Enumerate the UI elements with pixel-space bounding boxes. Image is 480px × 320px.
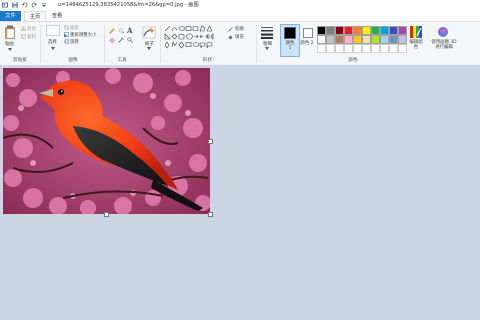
paint-app-icon [2,2,8,8]
clipboard-group-label: 剪贴板 [13,58,27,63]
color-picker-icon[interactable] [118,37,124,43]
color-swatch[interactable] [335,35,344,44]
color2-label[interactable]: 颜色 2 [300,41,314,46]
divider [104,25,105,63]
line-size-icon[interactable] [260,26,274,39]
color-swatch[interactable] [362,35,371,44]
color-swatch[interactable] [344,35,353,44]
crop-button[interactable]: 裁剪 [70,25,79,31]
redo-icon[interactable] [31,2,37,8]
divider [256,25,257,63]
shape-outline-icon [228,27,233,32]
color1-swatch[interactable] [284,27,296,39]
crop-icon [64,25,69,30]
resize-handle-right[interactable] [208,139,213,144]
color-swatch[interactable] [353,35,362,44]
color-swatch[interactable] [398,35,407,44]
save-icon[interactable] [12,2,18,8]
tools-group-label: 工具 [117,58,127,63]
ribbon-tabs: 文件 主页 查看 [0,11,480,21]
cut-icon [21,26,26,31]
canvas-image[interactable] [3,68,210,214]
customize-quick-access-icon[interactable] [41,2,47,8]
color-swatch[interactable] [335,26,344,35]
paste-label[interactable]: 粘贴 [5,41,14,47]
resize-handle-bottom[interactable] [104,212,109,217]
shapes-group-label: 形状 [202,58,213,63]
shapes-gallery[interactable] [164,25,226,51]
shape-outline-button[interactable]: 轮廓 [235,26,244,32]
custom-color-slot[interactable] [344,44,353,53]
brushes-icon[interactable] [142,26,156,39]
custom-color-slot[interactable] [362,44,371,53]
chevron-down-icon[interactable] [265,47,269,50]
copy-icon [21,34,26,39]
rotate-button[interactable]: 旋转 [70,39,79,45]
fill-bucket-icon[interactable] [118,28,124,34]
custom-color-slot[interactable] [389,44,398,53]
resize-button[interactable]: 重新调整大小 [70,32,96,38]
color-swatch[interactable] [326,35,335,44]
magnifier-icon[interactable] [127,37,133,43]
window-title: u=1484625129,3835421058&fm=26&gp=0.jpg -… [58,2,199,8]
shape-fill-button[interactable]: 填充 [235,34,244,40]
color1-label[interactable]: 颜色 1 [284,41,296,51]
tab-file[interactable]: 文件 [0,11,21,21]
color-swatch[interactable] [389,35,398,44]
custom-color-slot[interactable] [353,44,362,53]
custom-color-slot[interactable] [317,44,326,53]
color-swatch[interactable] [371,35,380,44]
eraser-icon[interactable] [109,37,115,43]
image-group-label: 图像 [68,58,78,63]
custom-color-slot[interactable] [398,44,407,53]
color-swatch[interactable] [317,35,326,44]
color-swatch[interactable] [326,26,335,35]
custom-color-slot[interactable] [335,44,344,53]
divider [40,25,41,63]
ribbon: 粘贴 剪切 复制 剪贴板 选择 裁剪 重新调整大小 旋转 图像 A 工具 刷子 … [0,21,480,66]
color-swatch[interactable] [344,26,353,35]
paint3d-icon[interactable] [437,26,449,38]
color2-swatch[interactable] [303,28,313,38]
resize-handle-corner[interactable] [208,212,213,217]
paint3d-label[interactable]: 使用画图 3D 进行编辑 [429,40,459,50]
edit-colors-label[interactable]: 编辑颜色 [409,40,423,50]
copy-button[interactable]: 复制 [27,34,36,40]
custom-color-slot[interactable] [380,44,389,53]
edit-colors-icon[interactable] [410,26,422,38]
rotate-icon [64,39,69,44]
chevron-down-icon[interactable] [51,47,55,50]
cut-button[interactable]: 剪切 [27,26,36,32]
color-swatch[interactable] [362,26,371,35]
color-swatch[interactable] [380,35,389,44]
colors-group-label: 颜色 [348,58,358,63]
chevron-down-icon[interactable] [147,47,151,50]
color-swatch[interactable] [389,26,398,35]
color-swatch[interactable] [371,26,380,35]
title-bar: u=1484625129,3835421058&fm=26&gp=0.jpg -… [0,0,480,11]
tab-view[interactable]: 查看 [47,11,67,21]
paste-icon[interactable] [4,25,16,39]
color-swatch[interactable] [398,26,407,35]
select-icon[interactable] [46,25,60,36]
undo-icon[interactable] [22,2,28,8]
color-swatch[interactable] [317,26,326,35]
color-swatch[interactable] [380,26,389,35]
color-swatch[interactable] [353,26,362,35]
pencil-icon[interactable] [109,28,115,34]
resize-icon [64,32,69,37]
custom-color-slot[interactable] [326,44,335,53]
bird-photo [3,68,210,214]
select-label[interactable]: 选择 [48,39,57,45]
shape-fill-icon [228,35,233,40]
tab-home[interactable]: 主页 [24,11,46,21]
chevron-down-icon[interactable] [8,48,12,51]
custom-color-slot[interactable] [371,44,380,53]
text-tool-icon[interactable]: A [127,26,132,35]
